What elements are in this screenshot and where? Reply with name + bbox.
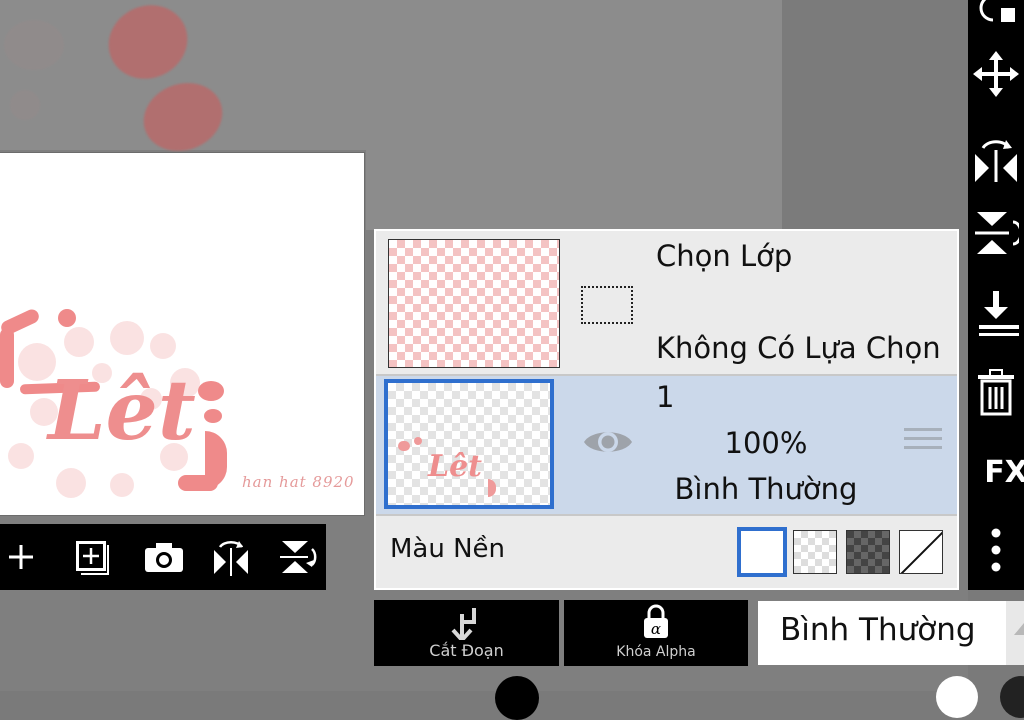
layer-opacity: 100% <box>724 426 808 460</box>
flip-horizontal-button[interactable] <box>203 524 258 590</box>
clipping-button[interactable]: Cắt Đoạn <box>374 600 559 666</box>
artwork-text: Lêt <box>48 363 196 459</box>
layer-number: 1 <box>656 380 675 414</box>
plus-icon <box>8 545 33 569</box>
art-stroke <box>198 381 224 401</box>
layer-thumbnail[interactable]: Lêt <box>384 379 554 509</box>
selection-layer-row[interactable]: Chọn Lớp Không Có Lựa Chọn <box>376 231 957 374</box>
trash-icon <box>978 369 1014 416</box>
color-indicator[interactable] <box>495 676 539 720</box>
background-color-label: Màu Nền <box>390 534 506 564</box>
flip-vertical-button[interactable] <box>271 524 326 590</box>
art-dot <box>150 333 176 359</box>
layer-row[interactable]: Lêt 1 100% Bình Thường <box>376 376 957 514</box>
art-dot <box>56 468 86 498</box>
background-color-row: Màu Nền <box>376 516 957 588</box>
selection-thumbnail <box>388 239 560 368</box>
svg-text:α: α <box>651 620 661 638</box>
flip-horizontal-side-button[interactable] <box>968 126 1024 186</box>
background-none-swatch[interactable] <box>899 530 943 574</box>
rotate-icon <box>979 0 1015 22</box>
more-options-button[interactable] <box>968 520 1024 580</box>
layer-thumbnail-art: Lêt <box>428 449 483 484</box>
layer-thumbnail-art <box>414 437 422 445</box>
color-indicator[interactable] <box>936 676 978 718</box>
blend-mode-arrow[interactable] <box>1006 601 1024 665</box>
layer-blend-mode: Bình Thường <box>674 472 858 506</box>
art-dot <box>110 321 144 355</box>
marquee-selection-icon <box>581 286 633 324</box>
flip-vertical-side-button[interactable] <box>968 203 1024 263</box>
more-vertical-icon <box>991 528 1001 572</box>
layer-thumbnail-art <box>488 479 496 497</box>
drawing-paper[interactable]: Lêt han hat 8920 <box>0 152 365 516</box>
add-layer-button[interactable] <box>0 524 42 590</box>
lock-icon: α <box>644 604 668 638</box>
art-stroke <box>178 475 218 491</box>
chevron-up-icon <box>1014 623 1024 635</box>
move-button[interactable] <box>968 44 1024 104</box>
camera-icon <box>144 543 183 572</box>
eye-icon[interactable] <box>582 424 634 460</box>
canvas-blob <box>4 20 64 70</box>
canvas-background-side <box>366 150 782 230</box>
flip-horizontal-icon <box>975 140 1017 182</box>
right-toolbar: FX <box>968 0 1024 590</box>
background-dark-checker-swatch[interactable] <box>846 530 890 574</box>
drag-handle-icon[interactable] <box>904 428 942 458</box>
background-white-swatch[interactable] <box>737 527 787 577</box>
layer-panel: Chọn Lớp Không Có Lựa Chọn Lêt 1 100% Bì… <box>374 229 959 590</box>
canvas-blob <box>10 90 40 120</box>
add-copy-layer-button[interactable] <box>66 524 121 590</box>
selection-layer-title: Chọn Lớp <box>656 239 793 273</box>
flip-horizontal-icon <box>213 540 248 576</box>
camera-button[interactable] <box>136 524 191 590</box>
art-stroke <box>0 328 14 388</box>
alpha-lock-label: Khóa Alpha <box>616 644 696 660</box>
diagonal-line-icon <box>900 531 942 573</box>
add-square-icon <box>76 541 110 575</box>
layer-thumbnail-art <box>398 441 410 451</box>
canvas-background-dark <box>782 0 968 230</box>
flip-vertical-icon <box>280 541 317 573</box>
art-dot <box>8 443 34 469</box>
art-dot <box>110 473 134 497</box>
delete-layer-button[interactable] <box>968 362 1024 422</box>
canvas-bottom-toolbar <box>0 524 326 590</box>
art-stroke <box>58 309 76 327</box>
clip-arrow-icon <box>451 608 476 640</box>
move-icon <box>973 51 1019 97</box>
background-light-checker-swatch[interactable] <box>793 530 837 574</box>
fx-icon: FX <box>984 454 1024 490</box>
color-indicator[interactable] <box>1000 676 1024 718</box>
flip-vertical-icon <box>975 212 1019 254</box>
clipping-label: Cắt Đoạn <box>429 641 504 660</box>
artwork-signature: han hat 8920 <box>242 473 355 491</box>
art-stroke <box>204 409 222 423</box>
blend-mode-select[interactable]: Bình Thường <box>758 601 1006 665</box>
fx-button[interactable]: FX <box>968 442 1024 502</box>
merge-down-button[interactable] <box>968 282 1024 342</box>
selection-layer-subtitle: Không Có Lựa Chọn <box>656 331 941 365</box>
alpha-lock-button[interactable]: α Khóa Alpha <box>564 600 748 666</box>
merge-down-icon <box>979 291 1019 336</box>
art-dot <box>64 327 94 357</box>
rotate-button[interactable] <box>968 0 1024 38</box>
